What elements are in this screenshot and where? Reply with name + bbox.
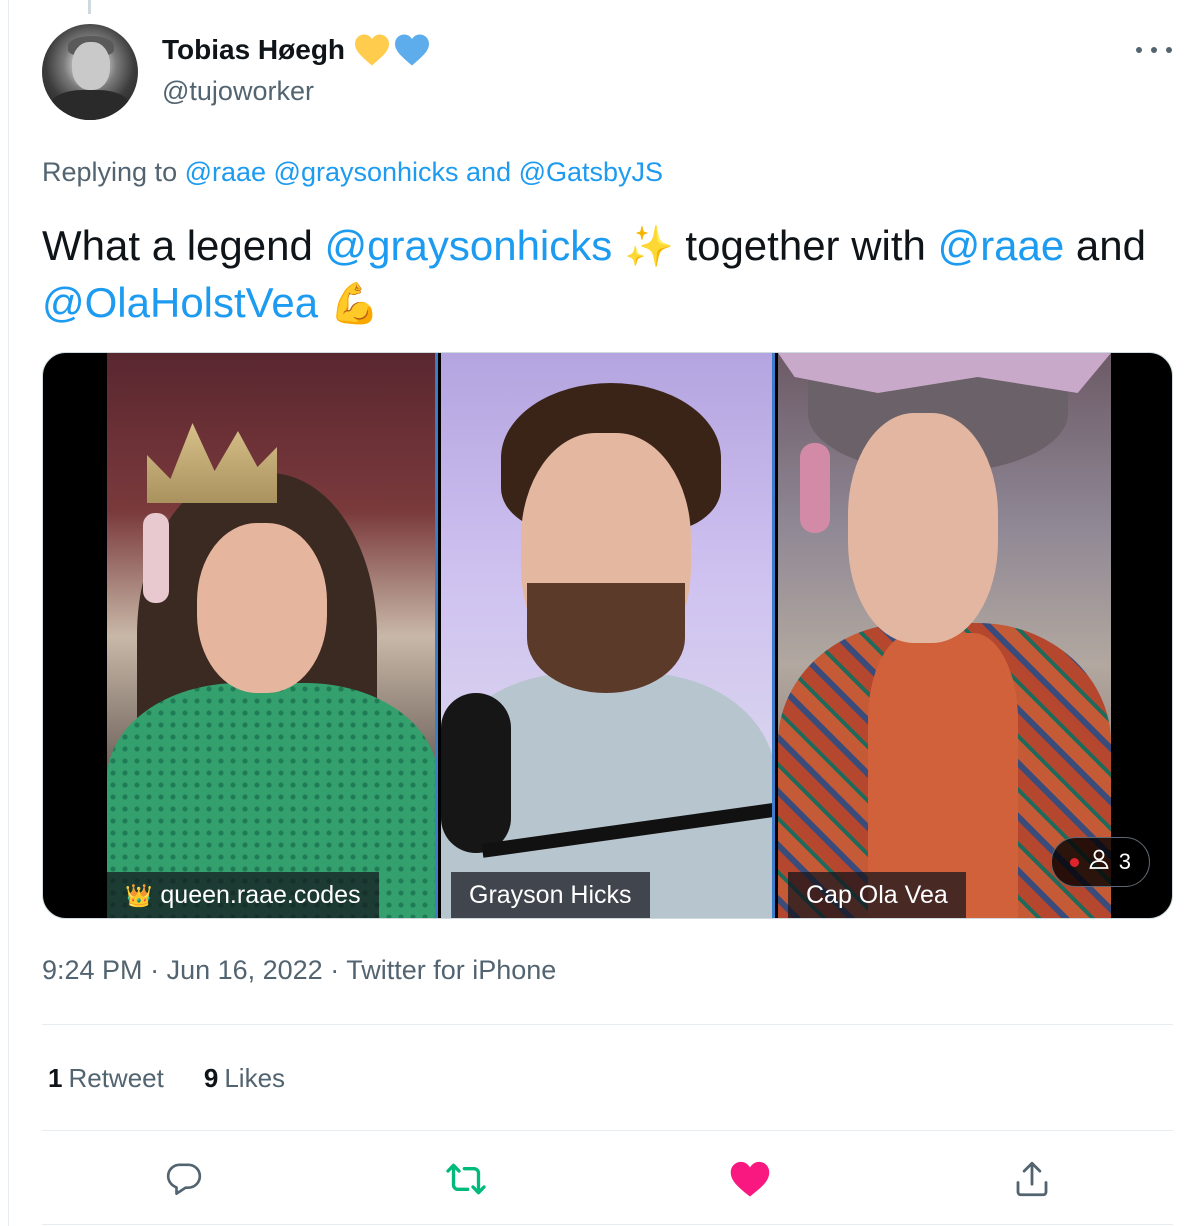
participant-name: queen.raae.codes [160, 881, 361, 909]
tweet-detail: Tobias Høegh @tujoworker Replying to @ra… [0, 0, 1196, 1226]
video-panel-ola [778, 353, 1111, 918]
retweets-label: Retweet [68, 1063, 164, 1093]
retweets-stat[interactable]: 1 Retweet [48, 1063, 164, 1094]
like-icon[interactable] [726, 1155, 774, 1203]
replying-to: Replying to @raae @graysonhicks and @Gat… [42, 157, 663, 188]
viewer-count: 3 [1118, 849, 1131, 874]
tweet-text-part: and [1064, 222, 1147, 269]
divider [42, 1224, 1173, 1225]
divider [42, 1024, 1173, 1025]
retweets-count: 1 [48, 1063, 63, 1093]
share-icon[interactable] [1008, 1155, 1056, 1203]
media-image[interactable]: 👑 queen.raae.codes Grayson Hicks Cap Ola … [42, 352, 1173, 919]
retweet-icon[interactable] [442, 1155, 490, 1203]
video-panel-queen [107, 353, 438, 918]
meta-separator: · [142, 955, 167, 985]
tweet-text: What a legend @graysonhicks ✨ together w… [42, 218, 1172, 332]
live-dot-icon [1069, 857, 1079, 867]
author-display-name[interactable]: Tobias Høegh [162, 34, 345, 66]
avatar[interactable] [42, 24, 138, 120]
participant-name: Cap Ola Vea [806, 881, 948, 909]
column-border [8, 0, 9, 1226]
mention-link[interactable]: @OlaHolstVea [42, 279, 318, 326]
likes-stat[interactable]: 9 Likes [204, 1063, 285, 1094]
more-options-icon[interactable] [1136, 38, 1172, 62]
participant-label: Cap Ola Vea [788, 872, 966, 918]
crown-icon: 👑 [125, 883, 153, 908]
person-icon [1087, 847, 1111, 877]
likes-count: 9 [203, 1063, 219, 1093]
yellow-heart-icon [353, 33, 391, 67]
tweet-meta: 9:24 PM · Jun 16, 2022 · Twitter for iPh… [42, 955, 556, 986]
replying-to-prefix: Replying to [42, 157, 178, 187]
viewer-count-badge: 3 [1050, 837, 1150, 887]
action-bar [0, 1155, 1196, 1205]
participant-label: 👑 queen.raae.codes [107, 872, 379, 918]
reply-icon[interactable] [160, 1155, 208, 1203]
tweet-date[interactable]: Jun 16, 2022 [167, 955, 323, 985]
author-name-row: Tobias Høegh [162, 33, 431, 67]
mention-link[interactable]: @raae [938, 222, 1065, 269]
divider [42, 1130, 1173, 1131]
tweet-source: Twitter for iPhone [346, 955, 557, 985]
name-badges [353, 33, 431, 67]
engagement-stats: 1 Retweet 9 Likes [48, 1063, 285, 1094]
video-panel-grayson [441, 353, 775, 918]
flexed-biceps-emoji: 💪 [329, 282, 380, 326]
participant-name: Grayson Hicks [469, 881, 632, 909]
sparkles-emoji: ✨ [623, 225, 674, 269]
thread-connector [88, 0, 91, 14]
mention-link[interactable]: @graysonhicks [325, 222, 613, 269]
participant-label: Grayson Hicks [451, 872, 650, 918]
replying-to-mentions[interactable]: @raae @graysonhicks and @GatsbyJS [185, 157, 663, 187]
tweet-time[interactable]: 9:24 PM [42, 955, 143, 985]
author-handle[interactable]: @tujoworker [162, 76, 314, 107]
likes-label: Likes [224, 1063, 286, 1093]
meta-separator: · [322, 955, 347, 985]
tweet-text-part: What a legend [42, 222, 325, 269]
tweet-text-part: together with [673, 222, 938, 269]
blue-heart-icon [393, 33, 431, 67]
